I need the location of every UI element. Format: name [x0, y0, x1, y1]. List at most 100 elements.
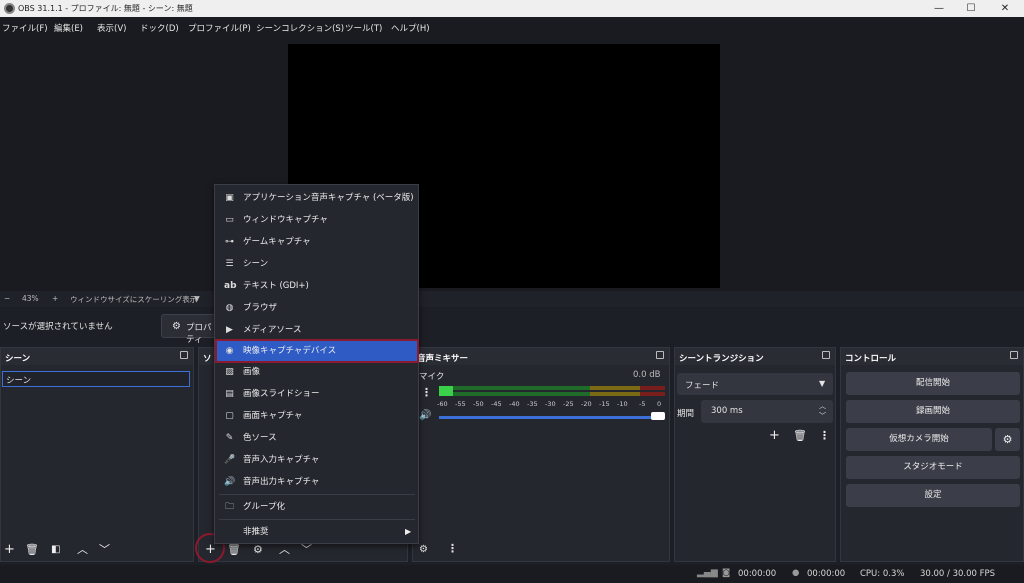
mixer-more-icon[interactable]: ⋮	[447, 542, 458, 555]
undock-icon[interactable]	[656, 351, 664, 359]
duration-value: 300 ms	[711, 406, 743, 416]
menu-edit[interactable]: 編集(E)	[54, 22, 83, 34]
menu-item-media-source[interactable]: ▶ メディアソース	[217, 320, 417, 340]
text-icon: ab	[224, 281, 237, 291]
audio-mixer-panel: 音声ミキサー マイク 0.0 dB ⋮ -60 -55 -50 -45 -40 …	[412, 347, 670, 562]
add-transition-icon[interactable]: +	[769, 429, 780, 442]
start-recording-button[interactable]: 録画開始	[846, 400, 1020, 423]
menu-scene-collection[interactable]: シーンコレクション(S)	[256, 22, 344, 34]
menu-help[interactable]: ヘルプ(H)	[391, 22, 430, 34]
add-scene-icon[interactable]: +	[4, 543, 15, 556]
scenes-panel: シーン シーン + 🗑 ◧ ︿ ﹀	[0, 347, 194, 562]
volume-handle[interactable]	[651, 412, 665, 420]
source-properties-icon[interactable]: ⚙	[253, 544, 263, 556]
menu-item-deprecated[interactable]: 非推奨 ▶	[217, 522, 417, 542]
menu-tools[interactable]: ツール(T)	[345, 22, 382, 34]
record-icon: ●	[792, 568, 800, 578]
menu-item-label: 映像キャプチャデバイス	[243, 346, 337, 356]
maximize-button[interactable]: ☐	[956, 1, 986, 16]
mic-track-label: マイク	[419, 372, 445, 382]
remove-scene-icon[interactable]: 🗑	[25, 544, 39, 556]
undock-icon[interactable]	[1010, 351, 1018, 359]
mute-speaker-icon[interactable]: 🔊	[419, 410, 431, 421]
transition-menu-icon[interactable]: ⋮	[819, 430, 830, 442]
menu-item-label: シーン	[243, 259, 269, 269]
transition-select[interactable]: フェード ▼	[677, 373, 833, 395]
menu-item-image[interactable]: ▨ 画像	[217, 362, 417, 382]
menu-item-video-capture-device[interactable]: ◉ 映像キャプチャデバイス	[215, 339, 419, 363]
menu-item-label: 音声入力キャプチャ	[243, 455, 320, 465]
virtual-camera-settings-icon[interactable]: ⚙	[995, 428, 1020, 451]
scale-tick: -30	[545, 400, 556, 408]
scale-tick: -35	[527, 400, 538, 408]
scene-item[interactable]: シーン	[2, 371, 190, 387]
menu-view[interactable]: 表示(V)	[97, 22, 126, 34]
source-up-icon[interactable]: ︿	[279, 544, 290, 556]
menu-item-text[interactable]: ab テキスト (GDI+)	[217, 276, 417, 296]
scale-mode-label: ウィンドウサイズにスケーリング表示	[70, 295, 198, 304]
settings-button[interactable]: 設定	[846, 484, 1020, 507]
meter-yellow-2	[590, 392, 640, 396]
start-streaming-button[interactable]: 配信開始	[846, 372, 1020, 395]
studio-mode-button[interactable]: スタジオモード	[846, 456, 1020, 479]
sources-title: ソ	[203, 354, 212, 364]
scale-tick: -55	[455, 400, 466, 408]
spin-down-icon[interactable]: ﹀	[819, 411, 826, 421]
start-virtual-camera-button[interactable]: 仮想カメラ開始	[846, 428, 992, 451]
mixer-menu-icon[interactable]: ⋮	[421, 386, 432, 399]
menu-bar: ファイル(F) 編集(E) 表示(V) ドック(D) プロファイル(P) シーン…	[0, 17, 1024, 39]
controls-title: コントロール	[845, 354, 897, 364]
menu-item-group[interactable]: 🗀 グループ化	[217, 497, 417, 517]
menu-item-color-source[interactable]: ✎ 色ソース	[217, 428, 417, 448]
properties-button[interactable]: ⚙ プロパティ	[161, 314, 221, 345]
transitions-header: シーントランジション	[675, 348, 835, 365]
minimize-button[interactable]: —	[924, 1, 954, 16]
menu-item-label: 色ソース	[243, 433, 277, 443]
scale-tick: -10	[617, 400, 628, 408]
scale-tick: -45	[491, 400, 502, 408]
undock-icon[interactable]	[180, 351, 188, 359]
menu-dock[interactable]: ドック(D)	[140, 22, 179, 34]
filter-icon[interactable]: ◧	[51, 544, 60, 556]
camera-icon: ◉	[225, 346, 234, 356]
zoom-out-button[interactable]: −	[4, 294, 10, 303]
list-icon: ☰	[225, 259, 234, 269]
scale-tick: 0	[657, 400, 662, 408]
menu-item-scene[interactable]: ☰ シーン	[217, 254, 417, 274]
cpu-usage: CPU: 0.3%	[860, 569, 905, 579]
menu-item-browser[interactable]: ◍ ブラウザ	[217, 298, 417, 318]
menu-item-app-audio-capture[interactable]: ▣ アプリケーション音声キャプチャ (ベータ版)	[217, 188, 417, 208]
move-up-icon[interactable]: ︿	[77, 544, 88, 556]
menu-profile[interactable]: プロファイル(P)	[188, 22, 251, 34]
zoom-in-button[interactable]: +	[52, 294, 58, 303]
close-button[interactable]: ✕	[990, 1, 1020, 16]
menu-file[interactable]: ファイル(F)	[2, 22, 48, 34]
zoom-bar: − 43% + ウィンドウサイズにスケーリング表示 ▼	[0, 291, 1024, 307]
undock-icon[interactable]	[822, 351, 830, 359]
transitions-panel: シーントランジション フェード ▼ 期間 300 ms ︿ ﹀ + 🗑 ⋮	[674, 347, 836, 562]
menu-item-audio-input-capture[interactable]: 🎤 音声入力キャプチャ	[217, 450, 417, 470]
slideshow-icon: ▤	[225, 389, 234, 399]
window-title: OBS 31.1.1 - プロファイル: 無題 - シーン: 無題	[18, 4, 193, 13]
remove-transition-icon[interactable]: 🗑	[793, 430, 807, 442]
duration-spinbox[interactable]: 300 ms ︿ ﹀	[701, 400, 833, 423]
menu-item-game-capture[interactable]: ⊶ ゲームキャプチャ	[217, 232, 417, 252]
mixer-settings-icon[interactable]: ⚙	[419, 544, 428, 555]
move-down-icon[interactable]: ﹀	[99, 544, 110, 556]
menu-item-audio-output-capture[interactable]: 🔊 音声出力キャプチャ	[217, 472, 417, 492]
menu-item-window-capture[interactable]: ▭ ウィンドウキャプチャ	[217, 210, 417, 230]
source-down-icon[interactable]: ﹀	[301, 544, 312, 556]
volume-slider[interactable]	[439, 416, 661, 419]
scale-mode-dropdown[interactable]: ▼	[194, 294, 200, 303]
remove-source-icon[interactable]: 🗑	[227, 544, 241, 556]
meter-green-2	[439, 392, 590, 396]
menu-item-image-slideshow[interactable]: ▤ 画像スライドショー	[217, 384, 417, 404]
controls-panel: コントロール 配信開始 録画開始 仮想カメラ開始 ⚙ スタジオモード 設定	[840, 347, 1024, 562]
menu-item-display-capture[interactable]: ▢ 画面キャプチャ	[217, 406, 417, 426]
spin-up-icon[interactable]: ︿	[819, 401, 826, 411]
scale-tick: -25	[563, 400, 574, 408]
menu-item-label: 音声出力キャプチャ	[243, 477, 320, 487]
menu-item-label: ウィンドウキャプチャ	[243, 215, 328, 225]
meter-green	[439, 386, 590, 390]
gear-icon: ⚙	[172, 321, 181, 332]
